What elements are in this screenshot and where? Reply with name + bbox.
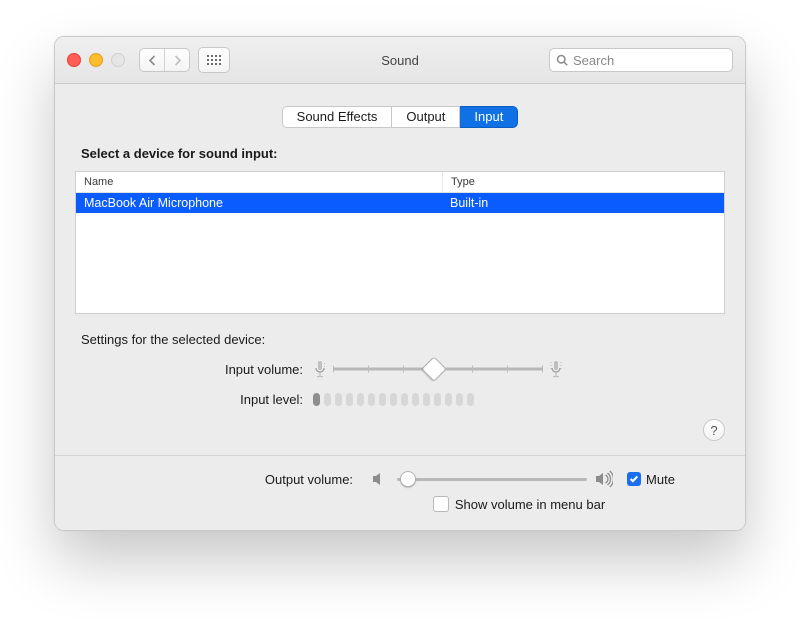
search-placeholder: Search <box>573 53 614 68</box>
level-segment <box>357 393 364 406</box>
device-list-header: Select a device for sound input: <box>81 146 725 161</box>
tab-sound-effects[interactable]: Sound Effects <box>282 106 393 128</box>
input-volume-label: Input volume: <box>75 362 313 377</box>
nav-buttons <box>139 48 190 72</box>
divider <box>55 455 745 456</box>
content-area: Sound Effects Output Input Select a devi… <box>55 84 745 530</box>
titlebar: Sound Search <box>55 37 745 84</box>
grid-icon <box>207 55 221 65</box>
level-segment <box>390 393 397 406</box>
output-volume-row: Output volume: Mute <box>75 470 725 488</box>
mute-label: Mute <box>646 472 675 487</box>
search-icon <box>556 54 568 66</box>
column-header-name[interactable]: Name <box>76 172 443 192</box>
level-segment <box>313 393 320 406</box>
table-header-row: Name Type <box>76 172 724 193</box>
input-level-meter <box>313 393 474 406</box>
zoom-window-button[interactable] <box>111 53 125 67</box>
device-type: Built-in <box>442 193 724 213</box>
column-header-type[interactable]: Type <box>443 172 724 192</box>
show-volume-menubar-checkbox[interactable]: Show volume in menu bar <box>433 496 605 512</box>
level-segment <box>379 393 386 406</box>
input-device-table: Name Type MacBook Air Microphone Built-i… <box>75 171 725 314</box>
close-window-button[interactable] <box>67 53 81 67</box>
output-volume-slider[interactable] <box>397 471 587 487</box>
level-segment <box>456 393 463 406</box>
microphone-loud-icon <box>549 360 563 378</box>
sound-preferences-window: Sound Search Sound Effects Output Input … <box>54 36 746 531</box>
speaker-quiet-icon <box>371 470 389 488</box>
tab-group: Sound Effects Output Input <box>75 106 725 128</box>
input-volume-row: Input volume: <box>75 357 725 381</box>
help-button[interactable]: ? <box>703 419 725 441</box>
level-segment <box>368 393 375 406</box>
level-segment <box>346 393 353 406</box>
forward-button[interactable] <box>164 49 189 71</box>
tab-input[interactable]: Input <box>460 106 518 128</box>
show-all-button[interactable] <box>198 47 230 73</box>
level-segment <box>445 393 452 406</box>
back-button[interactable] <box>140 49 164 71</box>
input-level-label: Input level: <box>75 392 313 407</box>
level-segment <box>423 393 430 406</box>
level-segment <box>434 393 441 406</box>
show-volume-menubar-label: Show volume in menu bar <box>455 497 605 512</box>
level-segment <box>324 393 331 406</box>
output-volume-label: Output volume: <box>125 472 363 487</box>
speaker-loud-icon <box>595 470 613 488</box>
input-level-row: Input level: <box>75 387 725 411</box>
search-field[interactable]: Search <box>549 48 733 72</box>
table-row[interactable]: MacBook Air Microphone Built-in <box>76 193 724 213</box>
settings-header: Settings for the selected device: <box>81 332 725 347</box>
level-segment <box>412 393 419 406</box>
input-volume-slider[interactable] <box>333 360 543 378</box>
window-traffic-lights <box>67 53 125 67</box>
microphone-quiet-icon <box>313 360 327 378</box>
level-segment <box>401 393 408 406</box>
mute-checkbox[interactable]: Mute <box>627 472 675 487</box>
device-name: MacBook Air Microphone <box>76 193 442 213</box>
table-empty-area <box>76 213 724 313</box>
level-segment <box>335 393 342 406</box>
minimize-window-button[interactable] <box>89 53 103 67</box>
level-segment <box>467 393 474 406</box>
tab-output[interactable]: Output <box>392 106 460 128</box>
